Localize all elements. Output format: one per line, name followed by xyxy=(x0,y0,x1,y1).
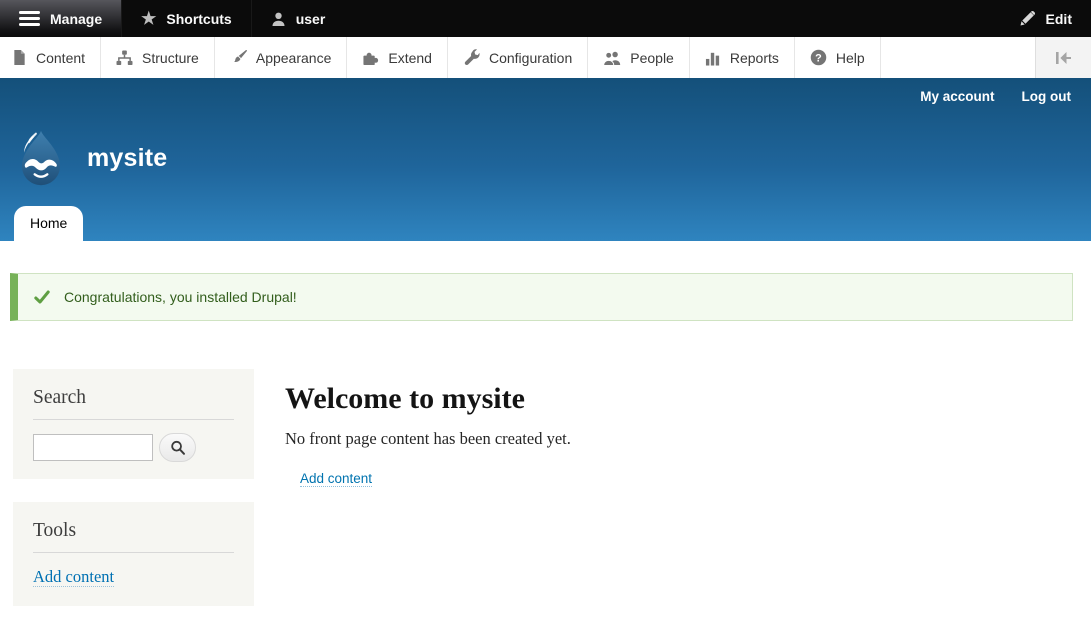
site-branding: mysite xyxy=(12,129,167,187)
people-icon xyxy=(603,50,621,66)
search-block-title: Search xyxy=(33,381,234,420)
search-icon xyxy=(170,440,186,456)
puzzle-icon xyxy=(362,50,379,66)
drupal-site-page: { "admin_bar": { "manage": { "label": "M… xyxy=(0,0,1091,615)
shortcuts-tab[interactable]: ★ Shortcuts xyxy=(121,0,251,37)
search-input[interactable] xyxy=(33,434,153,461)
toolbar-tab-people[interactable]: People xyxy=(588,37,690,78)
toolbar-spacer xyxy=(881,37,1035,78)
toolbar-tab-label: Structure xyxy=(142,50,199,66)
search-form xyxy=(33,433,234,462)
toolbar-tab-label: Configuration xyxy=(489,50,572,66)
star-icon: ★ xyxy=(141,10,156,27)
wrench-icon xyxy=(463,49,480,66)
sidebar-add-content-link[interactable]: Add content xyxy=(33,567,114,587)
search-submit-button[interactable] xyxy=(159,433,196,462)
page-title: Welcome to mysite xyxy=(285,382,571,416)
shortcuts-label: Shortcuts xyxy=(166,11,231,27)
toolbar-tab-content[interactable]: Content xyxy=(0,37,101,78)
empty-frontpage-text: No front page content has been created y… xyxy=(285,429,571,449)
checkmark-icon xyxy=(34,290,50,304)
add-content-link[interactable]: Add content xyxy=(300,471,372,487)
drupal-logo[interactable] xyxy=(12,129,70,187)
document-icon xyxy=(12,49,27,66)
sidebar-first: Search Tools Add xyxy=(13,369,254,629)
toolbar-tab-structure[interactable]: Structure xyxy=(101,37,215,78)
menu-icon xyxy=(19,11,40,27)
bar-chart-icon xyxy=(705,50,721,66)
toolbar-tab-extend[interactable]: Extend xyxy=(347,37,448,78)
toolbar-tab-label: Content xyxy=(36,50,85,66)
paintbrush-icon xyxy=(230,49,247,66)
toolbar-tab-help[interactable]: ? Help xyxy=(795,37,881,78)
user-label: user xyxy=(296,11,326,27)
edit-button[interactable]: Edit xyxy=(1000,0,1091,37)
sitemap-icon xyxy=(116,50,133,66)
site-name[interactable]: mysite xyxy=(87,144,167,173)
page-content: Congratulations, you installed Drupal! S… xyxy=(0,273,1091,629)
toolbar-tab-label: Extend xyxy=(388,50,432,66)
toolbar-tab-appearance[interactable]: Appearance xyxy=(215,37,348,78)
log-out-link[interactable]: Log out xyxy=(1022,89,1071,104)
pencil-icon xyxy=(1019,10,1036,27)
user-account-tab[interactable]: user xyxy=(251,0,345,37)
toolbar-orientation-toggle[interactable] xyxy=(1035,37,1091,78)
toolbar-tab-label: Reports xyxy=(730,50,779,66)
main-content: Welcome to mysite No front page content … xyxy=(285,369,571,488)
toolbar-tab-label: People xyxy=(630,50,674,66)
manage-label: Manage xyxy=(50,11,102,27)
toolbar-tab-label: Help xyxy=(836,50,865,66)
user-icon xyxy=(271,11,286,27)
admin-toolbar-right: Edit xyxy=(1000,0,1091,37)
admin-toolbar-tray: Content Structure Appearance xyxy=(0,37,1091,78)
status-message-text: Congratulations, you installed Drupal! xyxy=(64,289,297,305)
tab-home[interactable]: Home xyxy=(14,206,83,241)
layout-columns: Search Tools Add xyxy=(0,369,1091,629)
svg-text:?: ? xyxy=(815,52,822,64)
status-message: Congratulations, you installed Drupal! xyxy=(10,273,1073,321)
secondary-menu: My account Log out xyxy=(920,89,1071,104)
admin-toolbar-left: Manage ★ Shortcuts user xyxy=(0,0,344,37)
site-header: My account Log out mysite Home xyxy=(0,78,1091,241)
tools-block-title: Tools xyxy=(33,514,234,553)
toolbar-tab-configuration[interactable]: Configuration xyxy=(448,37,588,78)
toolbar-tab-label: Appearance xyxy=(256,50,332,66)
question-icon: ? xyxy=(810,49,827,66)
edit-label: Edit xyxy=(1046,11,1072,27)
my-account-link[interactable]: My account xyxy=(920,89,994,104)
collapse-left-icon xyxy=(1054,51,1073,65)
toolbar-tab-reports[interactable]: Reports xyxy=(690,37,795,78)
admin-toolbar-bar: Manage ★ Shortcuts user xyxy=(0,0,1091,37)
manage-tab[interactable]: Manage xyxy=(0,0,121,37)
tools-block: Tools Add content xyxy=(13,502,254,606)
search-block: Search xyxy=(13,369,254,479)
